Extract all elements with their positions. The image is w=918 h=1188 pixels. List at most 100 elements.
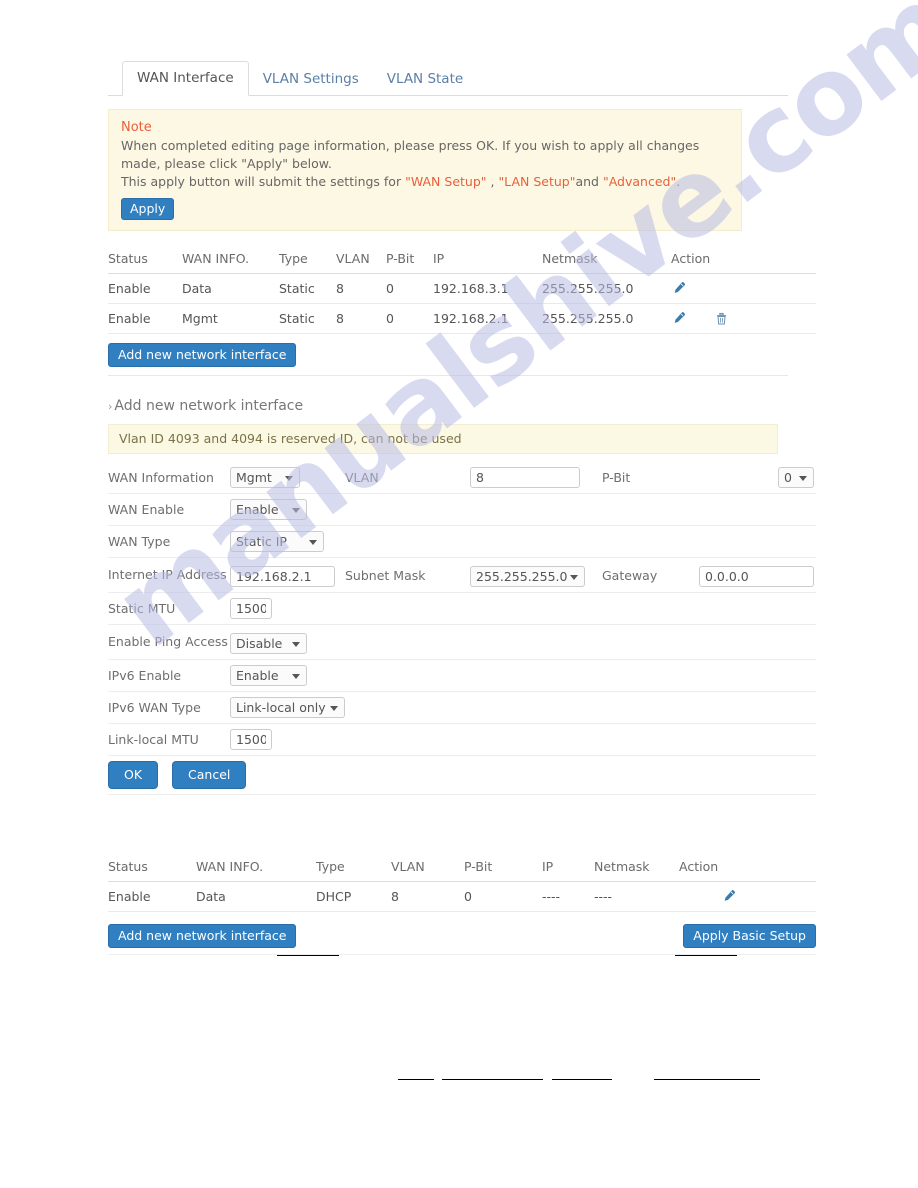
col-netmask: Netmask [594,853,679,882]
tab-wan-interface[interactable]: WAN Interface [122,61,249,96]
add-new-network-interface-button-top[interactable]: Add new network interface [108,343,297,367]
form-row-buttons: OK Cancel [108,755,816,795]
apply-basic-setup-button[interactable]: Apply Basic Setup [683,924,816,948]
cell-pbit: 0 [386,273,433,304]
col-pbit: P-Bit [386,245,433,274]
section-heading-label: Add new network interface [114,398,304,414]
internet-ip-input[interactable] [230,566,335,587]
enable-ping-select[interactable]: Disable [230,633,307,654]
chevron-down-icon [799,475,807,481]
enable-ping-cell: Disable [230,624,816,660]
cell-type: Static [279,303,336,334]
col-action: Action [671,245,816,274]
note-link-advanced[interactable]: "Advanced" [603,174,676,189]
add-new-network-interface-button-bottom[interactable]: Add new network interface [108,924,297,948]
pbit-select[interactable]: 0 [778,467,814,488]
apply-basic-setup-label: Apply Basic Setup [693,928,806,943]
table-row: Enable Data Static 8 0 192.168.3.1 255.2… [108,273,816,304]
ipv6-wan-type-select[interactable]: Link-local only [230,697,345,718]
chevron-down-icon [570,574,578,580]
edit-icon[interactable] [671,281,686,296]
wan-type-label: WAN Type [108,525,230,558]
col-vlan: VLAN [391,853,464,882]
chevron-right-icon: › [108,400,113,413]
ipv6-enable-select[interactable]: Enable [230,665,307,686]
wan-information-cell: Mgmt [230,462,345,494]
col-type: Type [279,245,336,274]
gateway-input[interactable] [699,566,814,587]
ipv6-enable-label: IPv6 Enable [108,659,230,692]
cell-vlan: 8 [391,881,464,912]
cell-action [671,273,816,304]
note-link-lan-setup[interactable]: "LAN Setup" [498,174,575,189]
cell-vlan: 8 [336,273,386,304]
edit-icon[interactable] [721,889,736,904]
tab-vlan-state-label: VLAN State [386,71,464,87]
note-sep-1: , [486,174,499,189]
table-header-row: Status WAN INFO. Type VLAN P-Bit IP Netm… [108,245,816,274]
cell-wan-info: Data [196,881,316,912]
cell-pbit: 0 [464,881,542,912]
tab-vlan-settings[interactable]: VLAN Settings [249,63,373,96]
cancel-button-label: Cancel [188,767,231,782]
wan-interface-form: WAN Information Mgmt VLAN P-Bit [108,462,816,795]
col-status: Status [108,853,196,882]
cell-vlan: 8 [336,303,386,334]
ok-button[interactable]: OK [108,761,159,789]
cell-wan-info: Data [182,273,279,304]
subnet-mask-select[interactable]: 255.255.255.0 [470,566,585,587]
apply-button[interactable]: Apply [121,198,175,220]
pbit-label: P-Bit [588,462,678,494]
static-mtu-input[interactable] [230,598,272,619]
blank-rule-6 [654,1079,760,1080]
delete-icon[interactable] [714,311,729,326]
note-line-3: This apply button will submit the settin… [121,174,406,189]
tab-vlan-settings-label: VLAN Settings [262,71,359,87]
ipv6-wan-type-label: IPv6 WAN Type [108,691,230,724]
subnet-mask-label: Subnet Mask [345,557,470,593]
col-ip: IP [542,853,594,882]
col-status: Status [108,245,182,274]
wan-enable-label: WAN Enable [108,493,230,526]
chevron-down-icon [292,507,300,513]
subnet-mask-cell: 255.255.255.0 [470,557,588,593]
vlan-cell [470,462,588,494]
cell-pbit: 0 [386,303,433,334]
add-interface-section: › Add new network interface Vlan ID 4093 … [108,375,816,795]
internet-ip-cell [230,557,345,593]
wan-enable-cell: Enable [230,493,816,526]
note-sep-2: and [575,174,603,189]
wan-information-value: Mgmt [236,470,272,485]
bottom-action-bar: Add new network interface Apply Basic Se… [108,924,816,948]
form-row-wan-enable: WAN Enable Enable [108,493,816,526]
cancel-button[interactable]: Cancel [172,761,247,789]
blank-rule-5 [552,1079,612,1080]
wan-enable-select[interactable]: Enable [230,499,307,520]
wan-information-label: WAN Information [108,462,230,494]
col-pbit: P-Bit [464,853,542,882]
chevron-down-icon [309,539,317,545]
wan-interface-table: Status WAN INFO. Type VLAN P-Bit IP Netm… [108,245,816,334]
note-title: Note [121,120,152,135]
wan-type-cell: Static IP [230,525,816,558]
apply-button-label: Apply [130,201,166,216]
static-mtu-label: Static MTU [108,592,230,625]
form-row-wan-information: WAN Information Mgmt VLAN P-Bit [108,462,816,494]
ipv6-enable-value: Enable [236,668,279,683]
wan-information-select[interactable]: Mgmt [230,467,300,488]
chevron-down-icon [292,673,300,679]
enable-ping-value: Disable [236,636,283,651]
ipv6-wan-type-cell: Link-local only [230,691,816,724]
edit-icon[interactable] [671,311,686,326]
subnet-mask-value: 255.255.255.0 [476,569,568,584]
cell-type: DHCP [316,881,391,912]
link-local-mtu-input[interactable] [230,729,272,750]
vlan-input[interactable] [470,467,580,488]
tab-vlan-state[interactable]: VLAN State [373,63,477,96]
note-link-wan-setup[interactable]: "WAN Setup" [405,174,486,189]
cell-netmask: 255.255.255.0 [542,303,671,334]
tab-bar: WAN Interface VLAN Settings VLAN State [108,60,788,96]
wan-type-select[interactable]: Static IP [230,531,324,552]
enable-ping-access-label: Enable Ping Access [108,624,230,660]
note-panel: Note When completed editing page informa… [108,109,742,231]
